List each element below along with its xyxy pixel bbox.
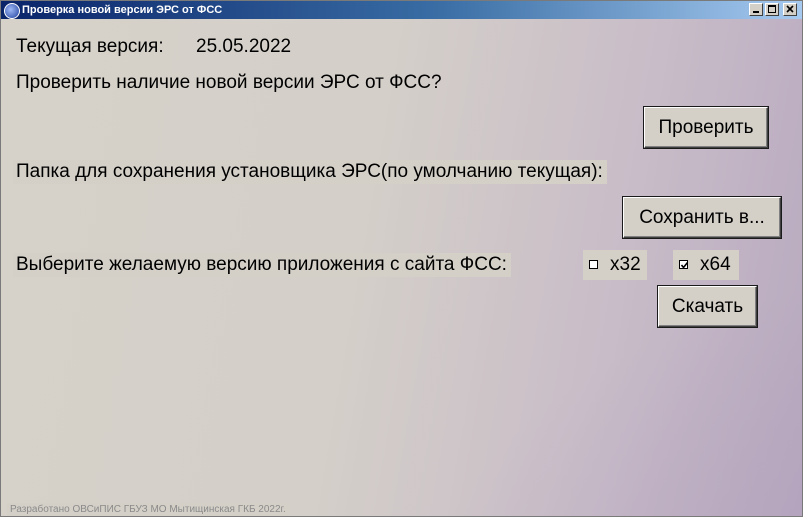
app-window: Проверка новой версии ЭРС от ФСС Текущая… — [0, 0, 803, 517]
minimize-icon — [753, 11, 759, 13]
checkbox-x32-label: x32 — [610, 254, 641, 275]
close-icon — [786, 5, 794, 13]
checkbox-x32[interactable]: x32 — [583, 250, 647, 280]
save-folder-prompt: Папка для сохранения установщика ЭРС(по … — [13, 160, 607, 184]
minimize-button[interactable] — [749, 3, 763, 16]
maximize-button[interactable] — [765, 3, 779, 16]
checkbox-x64-box[interactable] — [679, 260, 689, 269]
close-button[interactable] — [783, 3, 797, 16]
version-choice-prompt: Выберите желаемую версию приложения с са… — [13, 253, 511, 277]
download-button[interactable]: Скачать — [658, 286, 757, 327]
save-to-button[interactable]: Сохранить в... — [623, 197, 781, 238]
current-version-value: 25.05.2022 — [196, 36, 292, 57]
checkbox-x64[interactable]: x64 — [673, 250, 739, 280]
check-button[interactable]: Проверить — [644, 107, 768, 148]
checkbox-x32-box[interactable] — [589, 260, 598, 269]
check-prompt: Проверить наличие новой версии ЭРС от ФС… — [16, 72, 442, 93]
checkmark-icon — [680, 262, 689, 269]
app-icon — [4, 3, 20, 19]
checkbox-x64-label: x64 — [700, 254, 731, 275]
current-version-label: Текущая версия: — [16, 36, 164, 57]
footer-credits: Разработано ОВСиПИС ГБУЗ МО Мытищинская … — [7, 503, 289, 516]
window-title: Проверка новой версии ЭРС от ФСС — [22, 4, 223, 16]
title-bar[interactable]: Проверка новой версии ЭРС от ФСС — [1, 1, 802, 19]
maximize-icon — [768, 5, 776, 13]
